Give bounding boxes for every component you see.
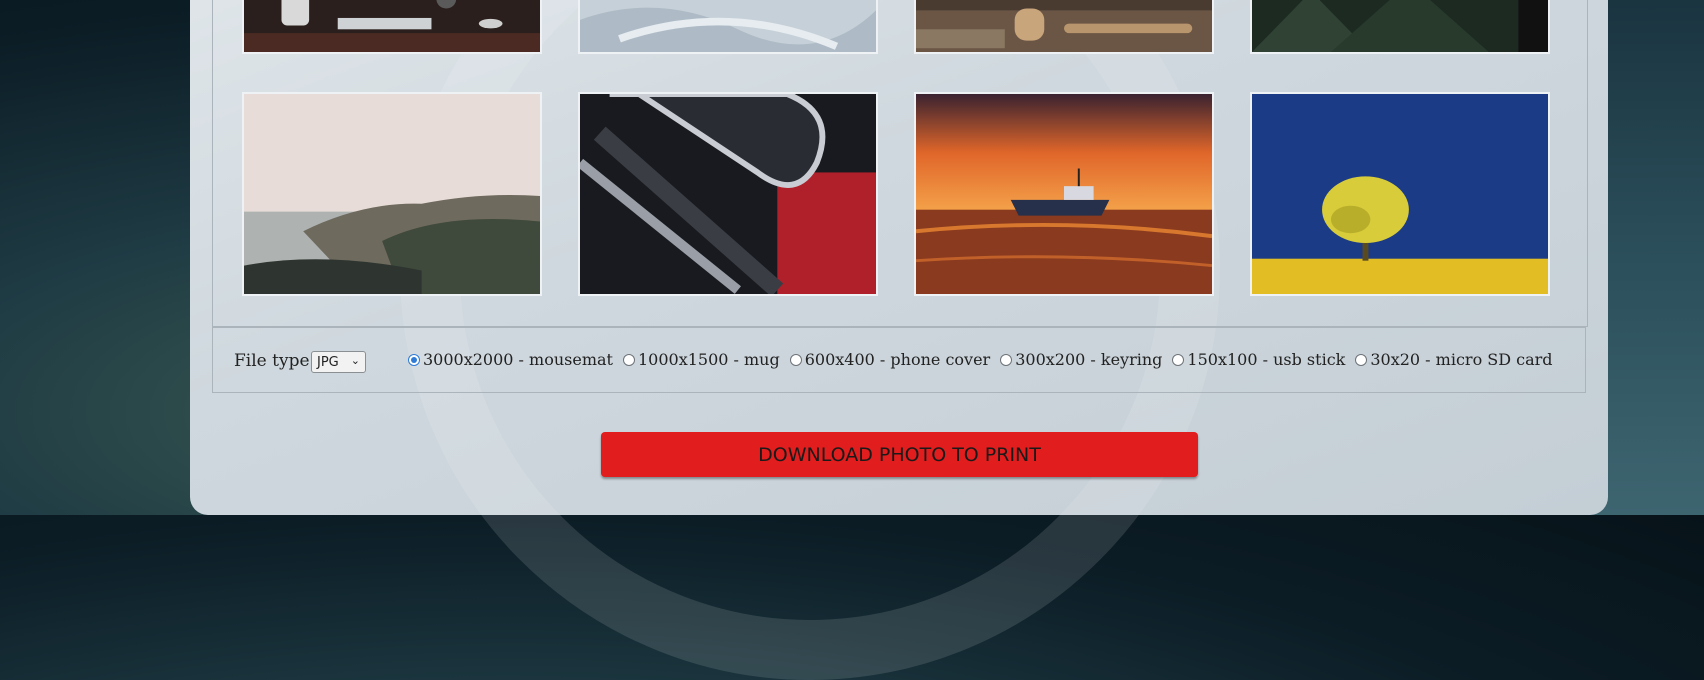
size-option-usb-stick[interactable]: 150x100 - usb stick [1172,350,1345,369]
size-option-label: 600x400 - phone cover [804,350,991,369]
chevron-down-icon: ⌄ [350,354,360,367]
photo-misty-coast[interactable] [242,92,542,296]
size-option-label: 300x200 - keyring [1015,350,1163,369]
photo-yellow-tree-field[interactable] [1250,92,1550,296]
radio-button[interactable] [1000,353,1013,366]
radio-button[interactable] [1355,353,1368,366]
size-option-label: 30x20 - micro SD card [1370,350,1553,369]
size-option-micro-sd-card[interactable]: 30x20 - micro SD card [1355,350,1553,369]
size-option-label: 1000x1500 - mug [637,350,780,369]
size-option-mousemat[interactable]: 3000x2000 - mousemat [408,350,613,369]
file-type-value: JPG [317,355,339,370]
photo-dark-foliage[interactable] [1250,0,1550,54]
photo-desk-setup[interactable] [242,0,542,54]
size-option-label: 150x100 - usb stick [1187,350,1346,369]
size-option-mug[interactable]: 1000x1500 - mug [622,350,780,369]
radio-button[interactable] [622,353,635,366]
file-type-select[interactable]: JPG ⌄ [311,351,366,373]
file-type-label: File type [234,351,310,371]
radio-button[interactable] [789,353,802,366]
size-option-label: 3000x2000 - mousemat [423,350,613,369]
download-photo-button[interactable]: DOWNLOAD PHOTO TO PRINT [601,432,1198,477]
size-options: 3000x2000 - mousemat 1000x1500 - mug 600… [408,350,1563,369]
print-options-bar: File type JPG ⌄ 3000x2000 - mousemat 100… [212,327,1586,393]
size-option-phone-cover[interactable]: 600x400 - phone cover [789,350,991,369]
photo-red-chrome-abstract[interactable] [578,92,878,296]
radio-button[interactable] [408,353,420,366]
radio-button[interactable] [1172,353,1185,366]
size-option-keyring[interactable]: 300x200 - keyring [1000,350,1162,369]
photo-woodwork-tools[interactable] [914,0,1214,54]
photo-sunset-boat[interactable] [914,92,1214,296]
photo-ice-closeup[interactable] [578,0,878,54]
